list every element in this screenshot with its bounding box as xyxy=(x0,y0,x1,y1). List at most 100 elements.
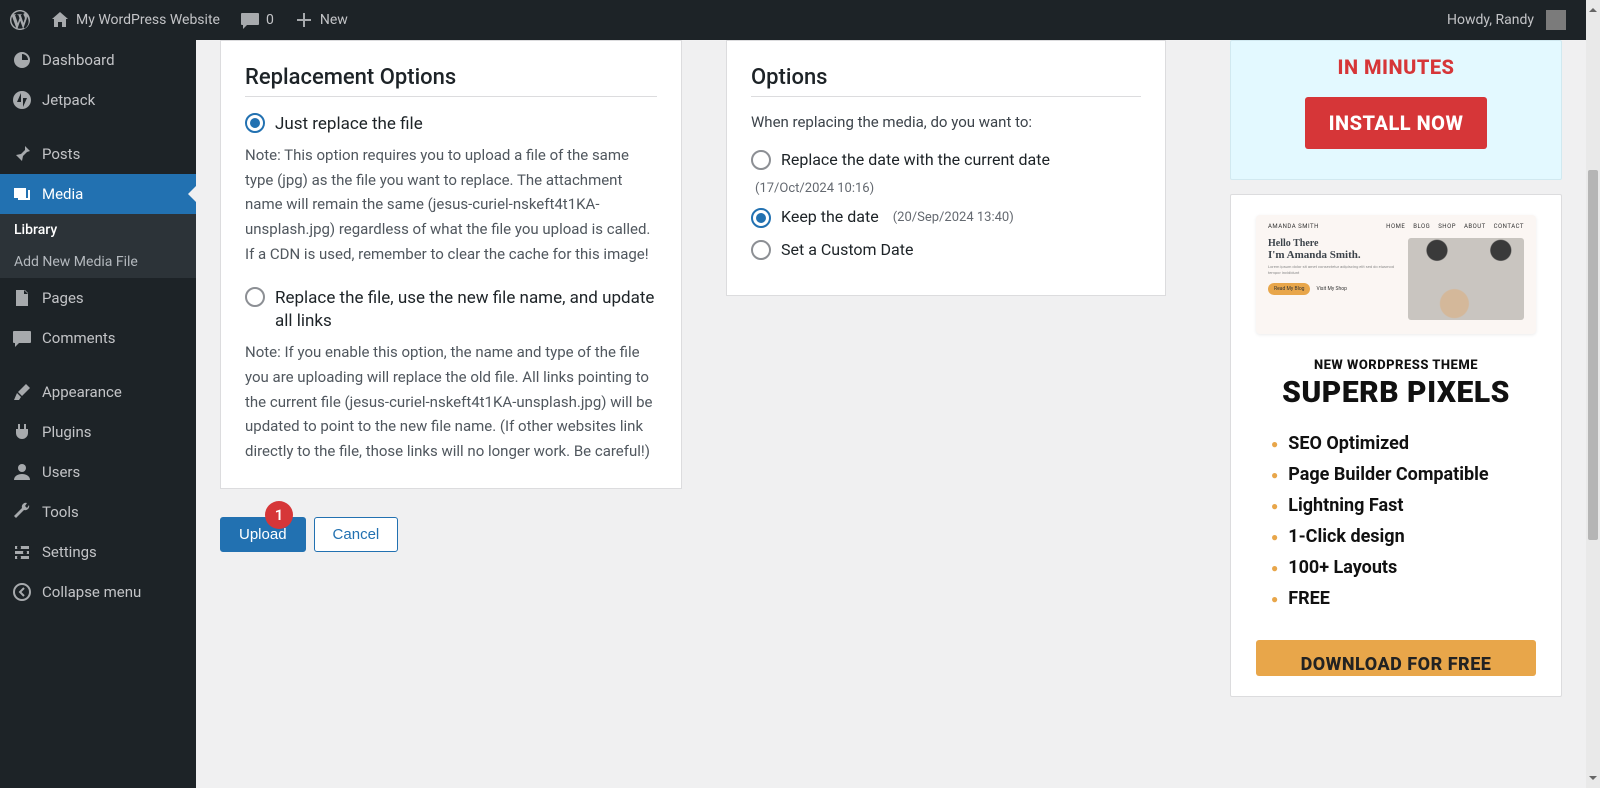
radio-input[interactable] xyxy=(751,150,771,170)
radio-just-replace[interactable]: Just replace the file xyxy=(245,113,657,137)
sidebar-item-posts[interactable]: Posts xyxy=(0,134,196,174)
radio-label: Just replace the file xyxy=(275,113,657,137)
feature-item: SEO Optimized xyxy=(1271,428,1489,459)
feature-item: FREE xyxy=(1271,583,1489,614)
promo-theme-panel: AMANDA SMITH HOME BLOG SHOP ABOUT CONTAC… xyxy=(1230,194,1562,697)
radio-label: Keep the date xyxy=(781,206,879,228)
upload-button[interactable]: Upload xyxy=(220,517,306,552)
submenu-item-library[interactable]: Library xyxy=(0,214,196,246)
plus-icon xyxy=(294,10,314,30)
sidebar-item-label: Settings xyxy=(42,543,97,561)
feature-item: 100+ Layouts xyxy=(1271,552,1489,583)
scroll-down-arrow[interactable] xyxy=(1589,776,1597,784)
scrollbar-thumb[interactable] xyxy=(1588,170,1598,540)
sidebar-item-users[interactable]: Users xyxy=(0,452,196,492)
sidebar-item-label: Media xyxy=(42,185,83,203)
sidebar-item-collapse[interactable]: Collapse menu xyxy=(0,572,196,612)
promo-theme-name: SUPERB PIXELS xyxy=(1282,375,1510,410)
install-now-button[interactable]: INSTALL NOW xyxy=(1305,97,1488,149)
radio-label: Set a Custom Date xyxy=(781,239,913,261)
preview-nav: HOME BLOG SHOP ABOUT CONTACT xyxy=(1380,223,1524,230)
wp-logo[interactable] xyxy=(0,0,40,40)
preview-line2: I'm Amanda Smith. xyxy=(1268,249,1398,261)
radio-replace-date[interactable]: Replace the date with the current date (… xyxy=(751,149,1141,196)
sidebar-item-label: Collapse menu xyxy=(42,583,141,601)
date-hint: (17/Oct/2024 10:16) xyxy=(755,181,874,196)
sidebar-item-tools[interactable]: Tools xyxy=(0,492,196,532)
submenu-item-add-new[interactable]: Add New Media File xyxy=(0,246,196,278)
date-hint: (20/Sep/2024 13:40) xyxy=(893,210,1014,225)
feature-bullets: SEO Optimized Page Builder Compatible Li… xyxy=(1251,428,1489,614)
radio-replace-update-links[interactable]: Replace the file, use the new file name,… xyxy=(245,287,657,335)
sidebar-item-jetpack[interactable]: Jetpack xyxy=(0,80,196,120)
submenu-label: Library xyxy=(14,222,57,238)
vertical-scrollbar[interactable] xyxy=(1586,0,1600,788)
replacement-heading: Replacement Options xyxy=(245,65,657,97)
sidebar-item-comments[interactable]: Comments xyxy=(0,318,196,358)
comments-link[interactable]: 0 xyxy=(230,0,284,40)
sidebar-item-dashboard[interactable]: Dashboard xyxy=(0,40,196,80)
action-buttons: 1 Upload Cancel xyxy=(220,517,682,552)
download-free-button[interactable]: DOWNLOAD FOR FREE xyxy=(1256,640,1536,676)
promo-headline: IN MINUTES xyxy=(1308,41,1485,97)
step-badge: 1 xyxy=(265,501,293,529)
collapse-icon xyxy=(12,582,32,602)
radio-keep-date[interactable]: Keep the date (20/Sep/2024 13:40) xyxy=(751,206,1141,228)
admin-sidebar: Dashboard Jetpack Posts Media Library Ad… xyxy=(0,40,196,788)
radio-custom-date[interactable]: Set a Custom Date xyxy=(751,239,1141,261)
avatar xyxy=(1546,10,1566,30)
media-submenu: Library Add New Media File xyxy=(0,214,196,278)
media-icon xyxy=(12,184,32,204)
sidebar-item-label: Appearance xyxy=(42,383,122,401)
submenu-label: Add New Media File xyxy=(14,254,138,270)
option-note: Note: This option requires you to upload… xyxy=(245,143,657,267)
user-account-link[interactable]: Howdy, Randy xyxy=(1437,0,1576,40)
preview-nav-item: BLOG xyxy=(1413,223,1430,230)
feature-item: 1-Click design xyxy=(1271,521,1489,552)
promo-subhead: NEW WORDPRESS THEME xyxy=(1314,358,1478,373)
sidebar-item-label: Comments xyxy=(42,329,116,347)
preview-line1: Hello There xyxy=(1268,238,1398,249)
comments-count: 0 xyxy=(266,12,274,28)
sidebar-item-plugins[interactable]: Plugins xyxy=(0,412,196,452)
scroll-up-arrow[interactable] xyxy=(1589,4,1597,12)
sidebar-item-label: Jetpack xyxy=(42,91,95,109)
preview-btn1: Read My Blog xyxy=(1268,283,1310,295)
sidebar-item-label: Posts xyxy=(42,145,80,163)
main-content: Replacement Options Just replace the fil… xyxy=(196,40,1586,788)
feature-item: Lightning Fast xyxy=(1271,490,1489,521)
feature-item: Page Builder Compatible xyxy=(1271,459,1489,490)
page-icon xyxy=(12,288,32,308)
sidebar-item-media[interactable]: Media xyxy=(0,174,196,214)
radio-label: Replace the date with the current date xyxy=(781,149,1050,171)
radio-input[interactable] xyxy=(245,287,265,307)
home-icon xyxy=(50,10,70,30)
radio-input[interactable] xyxy=(245,113,265,133)
admin-bar: My WordPress Website 0 New Howdy, Randy xyxy=(0,0,1586,40)
comment-icon xyxy=(240,10,260,30)
radio-input[interactable] xyxy=(751,208,771,228)
site-home-link[interactable]: My WordPress Website xyxy=(40,0,230,40)
radio-input[interactable] xyxy=(751,240,771,260)
options-heading: Options xyxy=(751,65,1141,97)
comment-icon xyxy=(12,328,32,348)
dashboard-icon xyxy=(12,50,32,70)
settings-icon xyxy=(12,542,32,562)
preview-brand: AMANDA SMITH xyxy=(1268,223,1319,230)
sidebar-item-label: Users xyxy=(42,463,80,481)
brush-icon xyxy=(12,382,32,402)
new-content-link[interactable]: New xyxy=(284,0,358,40)
preview-nav-item: HOME xyxy=(1386,223,1405,230)
wordpress-icon xyxy=(10,10,30,30)
sidebar-item-label: Plugins xyxy=(42,423,91,441)
sidebar-item-appearance[interactable]: Appearance xyxy=(0,372,196,412)
cancel-button[interactable]: Cancel xyxy=(314,517,399,552)
sidebar-item-pages[interactable]: Pages xyxy=(0,278,196,318)
plug-icon xyxy=(12,422,32,442)
preview-nav-item: ABOUT xyxy=(1464,223,1486,230)
sidebar-item-label: Tools xyxy=(42,503,79,521)
howdy-text: Howdy, Randy xyxy=(1447,12,1534,28)
promo-install-panel: IN MINUTES INSTALL NOW xyxy=(1230,40,1562,180)
preview-photo xyxy=(1408,238,1524,320)
sidebar-item-settings[interactable]: Settings xyxy=(0,532,196,572)
